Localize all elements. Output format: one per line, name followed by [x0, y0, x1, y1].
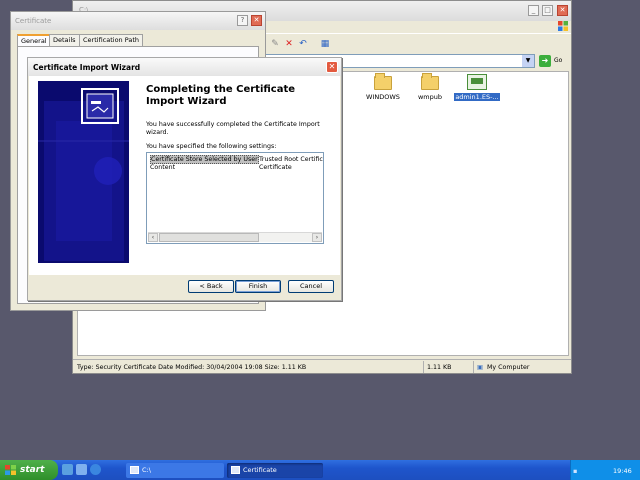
explorer-icon[interactable]: [76, 464, 87, 475]
setting-value: Trusted Root Certific: [259, 156, 323, 163]
clock[interactable]: 19:46: [613, 467, 632, 475]
tab-general[interactable]: General: [17, 34, 51, 46]
address-dropdown-icon[interactable]: ▼: [522, 55, 534, 67]
minimize-button[interactable]: _: [528, 5, 539, 16]
certificate-title: Certificate: [15, 17, 52, 25]
status-info: Type: Security Certificate Date Modified…: [77, 364, 307, 371]
wizard-title: Certificate Import Wizard: [33, 63, 141, 72]
back-button[interactable]: < Back: [188, 280, 234, 293]
horizontal-scrollbar[interactable]: ‹ ›: [148, 232, 322, 242]
move-to-icon[interactable]: ✎: [269, 38, 281, 50]
settings-list[interactable]: Certificate Store Selected by User Trust…: [146, 152, 324, 244]
wizard-body: Completing the Certificate Import Wizard…: [29, 76, 340, 274]
cancel-button[interactable]: Cancel: [288, 280, 334, 293]
wizard-banner-image: [38, 81, 129, 263]
finish-button[interactable]: Finish: [235, 280, 281, 293]
task-label: C:\: [142, 466, 151, 474]
wizard-intro: You have successfully completed the Cert…: [146, 121, 320, 136]
wizard-titlebar[interactable]: Certificate Import Wizard ✕: [28, 58, 341, 76]
taskbar: start C:\ Certificate EN ▪ 19:46: [0, 460, 640, 480]
system-tray: ▪ 19:46: [570, 460, 640, 480]
button-separator: [29, 274, 340, 275]
certificate-task-icon: [231, 466, 240, 474]
help-button[interactable]: ?: [237, 15, 248, 26]
scroll-right-icon[interactable]: ›: [312, 233, 322, 242]
setting-name: Certificate Store Selected by User: [151, 156, 258, 163]
computer-icon: ▣: [477, 364, 483, 371]
tab-details[interactable]: Details: [49, 34, 80, 46]
scroll-left-icon[interactable]: ‹: [148, 233, 158, 242]
folder-icon: [421, 73, 439, 90]
windows-logo-icon: [558, 21, 568, 31]
task-button-drive[interactable]: C:\: [126, 463, 224, 478]
folder-icon: [374, 73, 392, 90]
setting-row-content[interactable]: Content: [150, 164, 175, 171]
setting-name: Content: [150, 164, 176, 171]
internet-explorer-icon[interactable]: [90, 464, 101, 475]
maximize-button[interactable]: □: [542, 5, 553, 16]
wizard-close-button[interactable]: ✕: [326, 61, 338, 73]
wizard-heading: Completing the Certificate Import Wizard: [146, 84, 296, 107]
task-label: Certificate: [243, 466, 277, 474]
setting-value: Certificate: [259, 164, 292, 171]
status-size: 1.11 KB: [427, 364, 452, 371]
certificate-banner-icon: [38, 81, 129, 263]
certificate-titlebar[interactable]: Certificate ? ✕: [11, 12, 265, 30]
windows-flag-icon: [5, 465, 16, 475]
file-item-certificate[interactable]: admin1.ES-...: [447, 74, 507, 101]
undo-icon[interactable]: ↶: [297, 38, 309, 50]
tab-certification-path[interactable]: Certification Path: [79, 34, 144, 46]
drive-icon: [130, 466, 139, 474]
close-button[interactable]: ✕: [251, 15, 262, 26]
start-button[interactable]: start: [0, 460, 58, 480]
scroll-thumb[interactable]: [159, 233, 259, 242]
show-desktop-icon[interactable]: [62, 464, 73, 475]
setting-row-store[interactable]: Certificate Store Selected by User: [150, 155, 259, 164]
network-icon[interactable]: ▪: [573, 467, 577, 475]
delete-icon[interactable]: ✕: [283, 38, 295, 50]
status-bar: Type: Security Certificate Date Modified…: [73, 359, 571, 374]
close-button[interactable]: ✕: [557, 5, 568, 16]
views-icon[interactable]: ▦: [317, 38, 333, 50]
status-zone: My Computer: [487, 364, 530, 371]
import-wizard-dialog: Certificate Import Wizard ✕ Completing t…: [27, 57, 342, 301]
settings-label: You have specified the following setting…: [146, 143, 277, 150]
file-label: admin1.ES-...: [454, 93, 500, 101]
task-button-certificate[interactable]: Certificate: [227, 463, 323, 478]
certificate-file-icon: [467, 74, 487, 90]
start-label: start: [20, 465, 45, 475]
go-arrow-icon[interactable]: ➜: [539, 55, 551, 67]
go-button[interactable]: Go: [554, 57, 562, 64]
